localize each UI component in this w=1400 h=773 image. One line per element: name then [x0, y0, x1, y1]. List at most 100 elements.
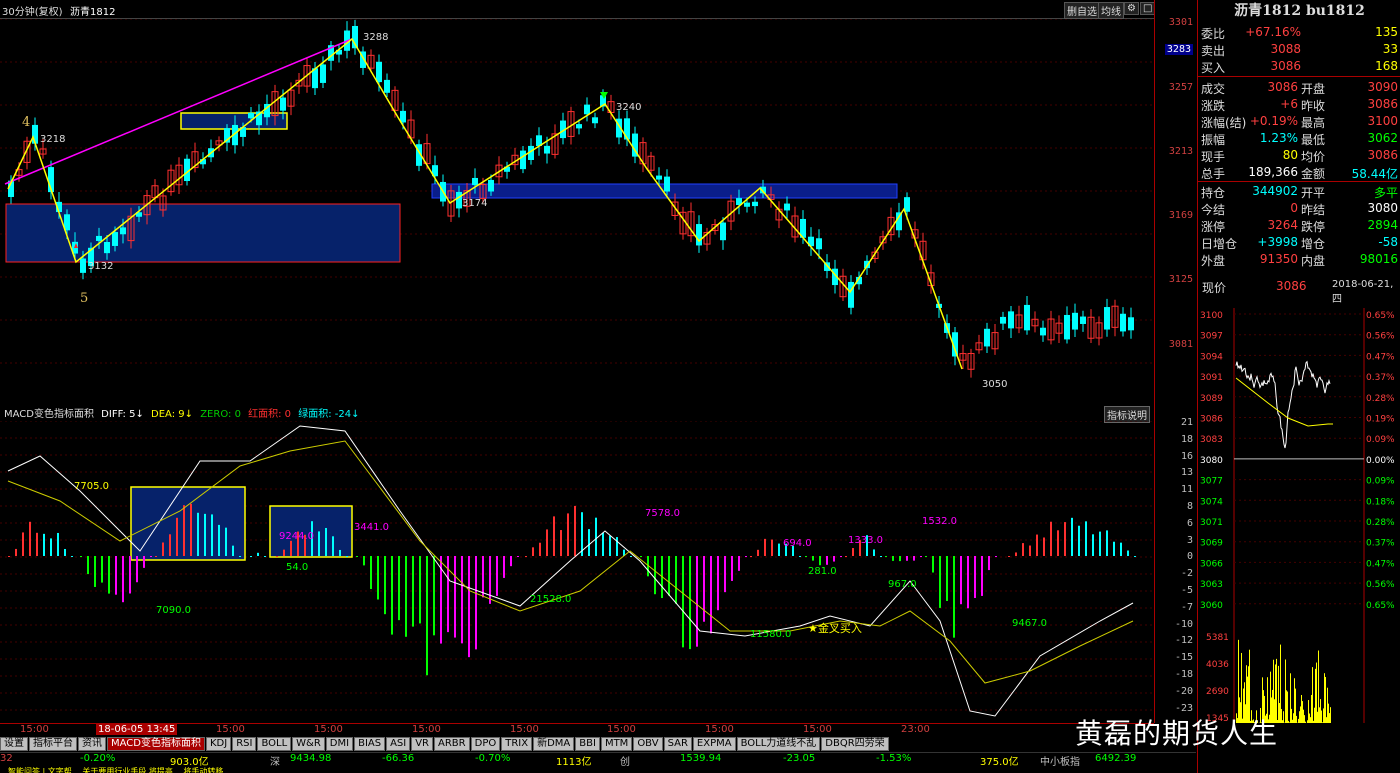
support-zone-box	[5, 203, 401, 263]
indicator-tab[interactable]: ASI	[386, 737, 411, 751]
indicator-tab[interactable]: 指标平台	[29, 737, 77, 751]
mini-pct-tick: 0.56%	[1366, 332, 1395, 342]
indicator-tab[interactable]: KDJ	[205, 737, 232, 751]
candlestick	[848, 275, 854, 315]
macd-bar	[412, 556, 414, 627]
macd-bar	[447, 556, 449, 633]
candlestick	[808, 227, 814, 256]
macd-bar	[239, 556, 241, 557]
indicator-tab[interactable]: 资讯	[78, 737, 106, 751]
watermark: 黄磊的期货人生	[1075, 717, 1279, 750]
macd-tick: -15	[1174, 652, 1193, 664]
candlestick	[1008, 306, 1014, 339]
macd-bar	[503, 556, 505, 578]
macd-tick: -10	[1174, 618, 1193, 630]
timeframe-label[interactable]: 30分钟(复权)	[2, 3, 63, 18]
macd-tick: -12	[1174, 635, 1193, 647]
news-ticker[interactable]: …智能问答 | 文字帮… 关于要用行业手段 将提高… 将手动转移 …	[0, 766, 1400, 773]
macd-bar	[1050, 521, 1052, 556]
candlestick	[616, 110, 622, 145]
macd-bar	[339, 549, 341, 556]
macd-bar	[609, 535, 611, 556]
macd-bar	[689, 556, 691, 650]
volume-bar	[1327, 687, 1328, 723]
quote-row: 涨跌 +6 昨收 3086	[1198, 96, 1400, 113]
macd-bar	[1057, 530, 1059, 556]
quote-value: 91350	[1259, 252, 1298, 266]
macd-bar	[1022, 543, 1024, 556]
mini-pct-tick: 0.37%	[1366, 539, 1395, 549]
volume-bar	[1312, 667, 1313, 723]
indicator-tab[interactable]: DMI	[325, 737, 354, 751]
candlestick	[536, 127, 542, 156]
quote-value: +67.16%	[1245, 25, 1301, 39]
indicator-tab[interactable]: OBV	[633, 737, 663, 751]
macd-bar	[682, 556, 684, 648]
indicator-tab[interactable]: 新DMA	[533, 737, 575, 751]
indicator-tab[interactable]: RSI	[232, 737, 257, 751]
indicator-tab[interactable]: BIAS	[354, 737, 386, 751]
macd-bar	[778, 543, 780, 556]
quote-value: 3090	[1367, 80, 1398, 94]
settings-icon[interactable]: ⚙	[1124, 2, 1139, 15]
indicator-tab[interactable]: SAR	[663, 737, 692, 751]
macd-bar	[162, 542, 164, 556]
indicator-tab[interactable]: BOLL	[257, 737, 292, 751]
macd-bar	[94, 556, 96, 587]
quote-row: 涨停 3264 跌停 2894	[1198, 217, 1400, 234]
candlestick	[791, 206, 799, 243]
macd-bar	[150, 556, 152, 557]
indicator-tab[interactable]: MTM	[600, 737, 633, 751]
golden-cross-label: ★金叉买入	[808, 621, 862, 635]
quote-label: 内盘	[1301, 254, 1326, 268]
area-label: 21528.0	[530, 594, 571, 605]
mini-pct-tick: 0.28%	[1366, 394, 1395, 404]
area-label: 694.0	[783, 538, 812, 549]
quote-value: 3086	[1367, 97, 1398, 111]
price-label-3218: 3218	[40, 134, 65, 145]
indicator-tab[interactable]: DBQR四劳荣	[821, 737, 889, 751]
indicator-tab[interactable]: MACD变色指标面积	[107, 737, 205, 751]
macd-bar	[225, 527, 227, 556]
candlestick	[504, 161, 510, 179]
indicator-tab[interactable]: EXPMA	[692, 737, 736, 751]
macd-bar	[845, 556, 847, 557]
macd-bar	[250, 556, 252, 557]
indicator-tab[interactable]: BOLL力道线不乱	[736, 737, 821, 751]
mini-pct-tick: 0.09%	[1366, 435, 1395, 445]
ma-button[interactable]: 均线	[1098, 2, 1124, 19]
quote-date: 2018-06-21,四	[1332, 279, 1394, 305]
quote-label: 委比	[1201, 27, 1226, 41]
quote-value: 2894	[1367, 218, 1398, 232]
macd-bar	[553, 516, 555, 556]
macd-bar	[155, 556, 157, 557]
indicator-tab[interactable]: ARBR	[434, 737, 470, 751]
indicator-tab[interactable]: TRIX	[501, 737, 533, 751]
macd-bar	[204, 513, 206, 556]
delete-watch-button[interactable]: 删自选	[1064, 2, 1100, 19]
macd-bar	[1092, 534, 1094, 556]
quote-label: 开平	[1301, 186, 1326, 200]
indicator-tab[interactable]: DPO	[470, 737, 501, 751]
indicator-tab[interactable]: BBI	[575, 737, 600, 751]
macd-bar	[581, 512, 583, 556]
quote-row: 成交 3086 开盘 3090	[1198, 79, 1400, 96]
volume-bar	[1300, 706, 1301, 723]
indicator-tab[interactable]: 设置	[0, 737, 28, 751]
macd-bar	[50, 538, 52, 556]
mini-pct-tick: 0.47%	[1366, 352, 1395, 362]
candlestick	[975, 334, 983, 354]
volume-bar	[1282, 720, 1283, 723]
candlestick	[1080, 310, 1086, 332]
macd-bar	[967, 556, 969, 609]
volume-bar	[1315, 668, 1316, 723]
macd-bar	[799, 556, 801, 557]
indicator-tab[interactable]: W&R	[292, 737, 325, 751]
quote-label: 增仓	[1301, 237, 1326, 251]
macd-chart[interactable]: 7705.0 7090.0 9244.0 54.0 3441.0 21528.0…	[0, 421, 1154, 721]
volume-bar	[1318, 650, 1319, 723]
intraday-mini-chart[interactable]: 3100 0.65% 3097 0.56% 3094 0.47% 3091 0.37% 3089…	[1198, 308, 1400, 723]
macd-bar	[819, 556, 821, 566]
candlestick-chart[interactable]: 4 5 3288 3218 3240 3174 3132 3050	[0, 19, 1154, 404]
indicator-tab[interactable]: VR	[411, 737, 434, 751]
